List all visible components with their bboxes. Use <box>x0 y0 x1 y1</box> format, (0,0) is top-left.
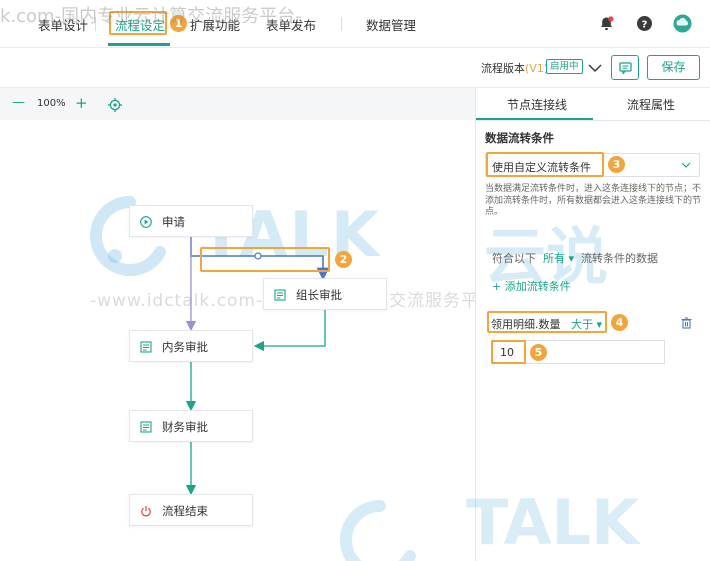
save-button[interactable]: 保存 <box>647 55 700 80</box>
top-nav: 表单设计 流程设定 1 扩展功能 表单发布 数据管理 ? <box>0 0 710 48</box>
chevron-down-icon[interactable] <box>588 63 602 73</box>
highlight-box-3 <box>486 152 604 177</box>
step-marker-5: 5 <box>530 344 547 361</box>
tab-node-connector[interactable]: 节点连接线 <box>507 96 567 113</box>
approval-icon <box>140 421 152 433</box>
node-team-lead-approval[interactable]: 组长审批 <box>263 278 387 310</box>
node-label: 组长审批 <box>296 288 342 302</box>
bell-icon[interactable] <box>598 15 615 32</box>
nav-separator <box>341 17 342 31</box>
tab-form-design[interactable]: 表单设计 <box>38 15 88 34</box>
condition-description: 当数据满足流转条件时，进入这条连接线下的节点；不添加流转条件时，所有数据都会进入… <box>485 184 702 217</box>
power-icon <box>141 506 151 517</box>
panel-tab-divider <box>476 120 710 121</box>
watermark-logo-bottom: TALK <box>466 486 640 559</box>
highlight-box-2 <box>200 247 330 272</box>
node-label: 财务审批 <box>162 420 208 434</box>
status-badge: 启用中 <box>546 59 583 74</box>
node-label: 内务审批 <box>162 340 208 354</box>
avatar[interactable] <box>673 14 692 33</box>
add-condition-button[interactable]: + 添加流转条件 <box>492 278 571 294</box>
tab-process-properties[interactable]: 流程属性 <box>627 96 675 113</box>
comment-button[interactable] <box>611 55 639 80</box>
tab-extensions[interactable]: 扩展功能 <box>190 15 240 34</box>
approval-icon <box>140 341 152 353</box>
node-apply[interactable]: 申请 <box>129 205 253 237</box>
condition-field[interactable]: 领用明细.数量 <box>491 316 561 332</box>
node-finance-approval[interactable]: 财务审批 <box>129 410 253 442</box>
step-marker-1: 1 <box>170 15 187 32</box>
step-marker-2: 2 <box>335 251 352 268</box>
node-label: 流程结束 <box>162 504 208 518</box>
trash-icon[interactable] <box>681 317 692 329</box>
node-process-end[interactable]: 流程结束 <box>129 494 253 526</box>
flow-connectors <box>185 236 330 496</box>
properties-panel: 节点连接线 流程属性 数据流转条件 使用自定义流转条件 3 当数据满足流转条件时… <box>466 88 710 561</box>
node-internal-approval[interactable]: 内务审批 <box>129 330 253 362</box>
help-icon-glyph: ? <box>642 19 648 30</box>
condition-operator: 大于 <box>571 318 593 331</box>
caret-down-icon[interactable]: ▾ <box>565 252 574 265</box>
step-marker-4: 4 <box>611 314 628 331</box>
condition-operator-select[interactable]: 大于 ▾ <box>571 316 602 332</box>
active-tab-underline <box>108 43 170 46</box>
watermark-logo-icon <box>340 500 416 561</box>
play-icon <box>140 216 152 228</box>
step-marker-3: 3 <box>608 156 625 173</box>
match-suffix: 流转条件的数据 <box>581 252 659 265</box>
version-label: 流程版本(V1) <box>481 60 548 76</box>
version-value: (V1) <box>525 62 549 75</box>
highlight-box-5 <box>491 340 526 364</box>
flow-canvas[interactable]: — 100% + TALK -www.idctalk.com-国内专业云计算交流… <box>0 88 503 561</box>
highlight-box-1 <box>109 11 167 35</box>
tab-form-publish[interactable]: 表单发布 <box>266 15 316 34</box>
app-window: 表单设计 流程设定 1 扩展功能 表单发布 数据管理 ? 流程版本(V1) 启用… <box>0 0 710 561</box>
help-icon[interactable]: ? <box>636 15 653 32</box>
connector-team-lead-to-internal[interactable] <box>253 306 326 352</box>
match-mode-select[interactable]: 所有 <box>543 252 565 265</box>
approval-icon <box>274 289 286 301</box>
node-label: 申请 <box>162 215 185 229</box>
nav-separator <box>95 17 96 31</box>
chevron-down-icon <box>681 162 691 168</box>
tab-data-management[interactable]: 数据管理 <box>366 15 416 34</box>
section-title: 数据流转条件 <box>485 131 554 145</box>
match-rule: 符合以下 所有 ▾ 流转条件的数据 <box>492 250 658 266</box>
comment-icon <box>619 62 632 74</box>
toolbar: 流程版本(V1) 启用中 保存 <box>0 48 710 88</box>
match-prefix: 符合以下 <box>492 252 536 265</box>
version-prefix: 流程版本 <box>481 62 525 75</box>
